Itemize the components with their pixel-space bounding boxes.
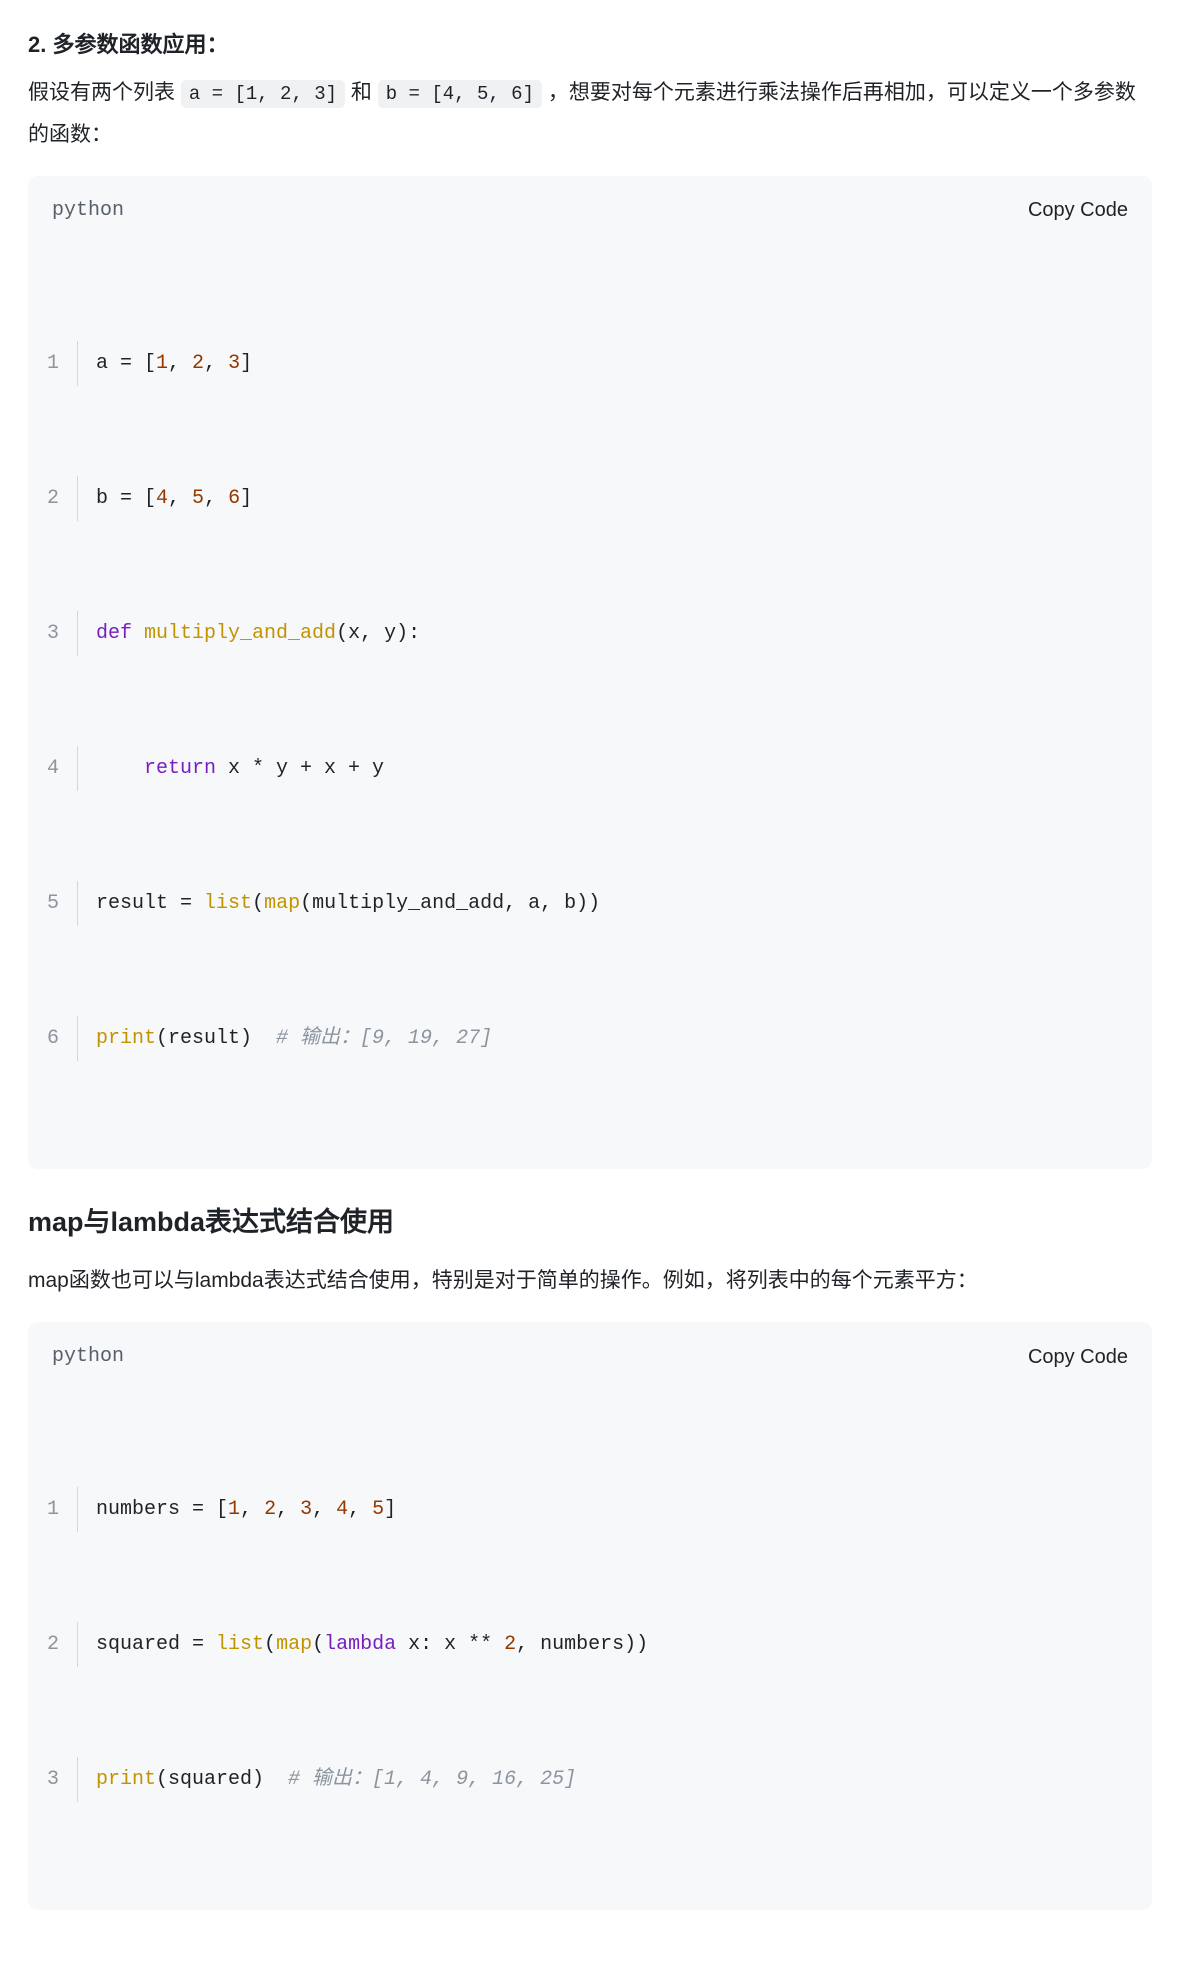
line-number: 2: [28, 476, 78, 521]
code-token-keyword: def: [96, 611, 132, 656]
line-number: 6: [28, 1016, 78, 1061]
code-header: python Copy Code: [28, 1322, 1152, 1391]
copy-code-button[interactable]: Copy Code: [1028, 1346, 1128, 1369]
code-language-label: python: [52, 192, 124, 230]
code-block-1: python Copy Code 1a = [1, 2, 3] 2b = [4,…: [28, 176, 1152, 1169]
code-token-function: multiply_and_add: [144, 611, 336, 656]
code-token: ,: [240, 1487, 264, 1532]
line-number: 3: [28, 611, 78, 656]
code-token: ,: [204, 476, 228, 521]
line-number: 1: [28, 341, 78, 386]
code-token: ,: [168, 341, 192, 386]
code-token-call: print: [96, 1757, 156, 1802]
para-text: 和: [345, 81, 378, 104]
code-token: squared =: [96, 1622, 216, 1667]
code-token-number: 4: [336, 1487, 348, 1532]
code-token-call: list: [216, 1622, 264, 1667]
code-token-keyword: return: [144, 746, 216, 791]
code-token: ,: [348, 1487, 372, 1532]
code-token-number: 2: [504, 1622, 516, 1667]
code-token: x: x **: [396, 1622, 504, 1667]
line-number: 1: [28, 1487, 78, 1532]
code-token-call: map: [276, 1622, 312, 1667]
code-token: ]: [384, 1487, 396, 1532]
code-line: 1numbers = [1, 2, 3, 4, 5]: [28, 1487, 1152, 1532]
code-line: 1a = [1, 2, 3]: [28, 341, 1152, 386]
code-token: (squared): [156, 1757, 288, 1802]
code-token: [132, 611, 144, 656]
code-header: python Copy Code: [28, 176, 1152, 245]
code-token: , numbers)): [516, 1622, 648, 1667]
code-language-label: python: [52, 1338, 124, 1376]
section2-paragraph: map函数也可以与lambda表达式结合使用，特别是对于简单的操作。例如，将列表…: [28, 1260, 1152, 1302]
code-token-call: print: [96, 1016, 156, 1061]
code-token: (: [264, 1622, 276, 1667]
code-token: [96, 746, 144, 791]
code-token: ]: [240, 341, 252, 386]
code-line: 2squared = list(map(lambda x: x ** 2, nu…: [28, 1622, 1152, 1667]
code-token: ,: [168, 476, 192, 521]
code-body: 1numbers = [1, 2, 3, 4, 5] 2squared = li…: [28, 1391, 1152, 1910]
code-token: x * y + x + y: [216, 746, 384, 791]
code-token: (result): [156, 1016, 276, 1061]
code-token-number: 2: [264, 1487, 276, 1532]
code-token-comment: # 输出：[1, 4, 9, 16, 25]: [288, 1757, 576, 1802]
code-token: (: [252, 881, 264, 926]
code-token: b = [: [96, 476, 156, 521]
code-token-number: 6: [228, 476, 240, 521]
code-line: 5 result = list(map(multiply_and_add, a, …: [28, 881, 1152, 926]
code-token-call: list: [204, 881, 252, 926]
code-line: 6 print(result) # 输出：[9, 19, 27]: [28, 1016, 1152, 1061]
code-token-number: 5: [372, 1487, 384, 1532]
code-token: (x, y):: [336, 611, 420, 656]
code-token: ,: [204, 341, 228, 386]
code-line: 2 b = [4, 5, 6]: [28, 476, 1152, 521]
code-token-number: 1: [228, 1487, 240, 1532]
code-line: 3 print(squared) # 输出：[1, 4, 9, 16, 25]: [28, 1757, 1152, 1802]
copy-code-button[interactable]: Copy Code: [1028, 199, 1128, 222]
code-token-number: 4: [156, 476, 168, 521]
code-line: 4 return x * y + x + y: [28, 746, 1152, 791]
code-token: result =: [96, 881, 204, 926]
line-number: 4: [28, 746, 78, 791]
line-number: 2: [28, 1622, 78, 1667]
code-token-comment: # 输出：[9, 19, 27]: [276, 1016, 492, 1061]
code-token: (: [312, 1622, 324, 1667]
inline-code-a: a = [1, 2, 3]: [181, 80, 345, 108]
code-token: a = [: [96, 341, 156, 386]
section-heading-map-lambda: map与lambda表达式结合使用: [28, 1197, 1152, 1248]
code-token: (multiply_and_add, a, b)): [300, 881, 600, 926]
inline-code-b: b = [4, 5, 6]: [378, 80, 542, 108]
code-token: ,: [276, 1487, 300, 1532]
code-token: ]: [240, 476, 252, 521]
code-token: ,: [312, 1487, 336, 1532]
code-line: 3 def multiply_and_add(x, y):: [28, 611, 1152, 656]
code-token-number: 2: [192, 341, 204, 386]
code-token-call: map: [264, 881, 300, 926]
code-token-number: 5: [192, 476, 204, 521]
code-block-2: python Copy Code 1numbers = [1, 2, 3, 4,…: [28, 1322, 1152, 1910]
code-token-number: 1: [156, 341, 168, 386]
code-token-number: 3: [228, 341, 240, 386]
section-title-multiparam: 2. 多参数函数应用：: [28, 24, 1152, 66]
para-text: 假设有两个列表: [28, 81, 181, 104]
section1-paragraph: 假设有两个列表 a = [1, 2, 3] 和 b = [4, 5, 6] ，想…: [28, 72, 1152, 156]
line-number: 3: [28, 1757, 78, 1802]
code-token-keyword: lambda: [324, 1622, 396, 1667]
line-number: 5: [28, 881, 78, 926]
code-token-number: 3: [300, 1487, 312, 1532]
code-token: numbers = [: [96, 1487, 228, 1532]
code-body: 1a = [1, 2, 3] 2b = [4, 5, 6] 3def multi…: [28, 245, 1152, 1169]
